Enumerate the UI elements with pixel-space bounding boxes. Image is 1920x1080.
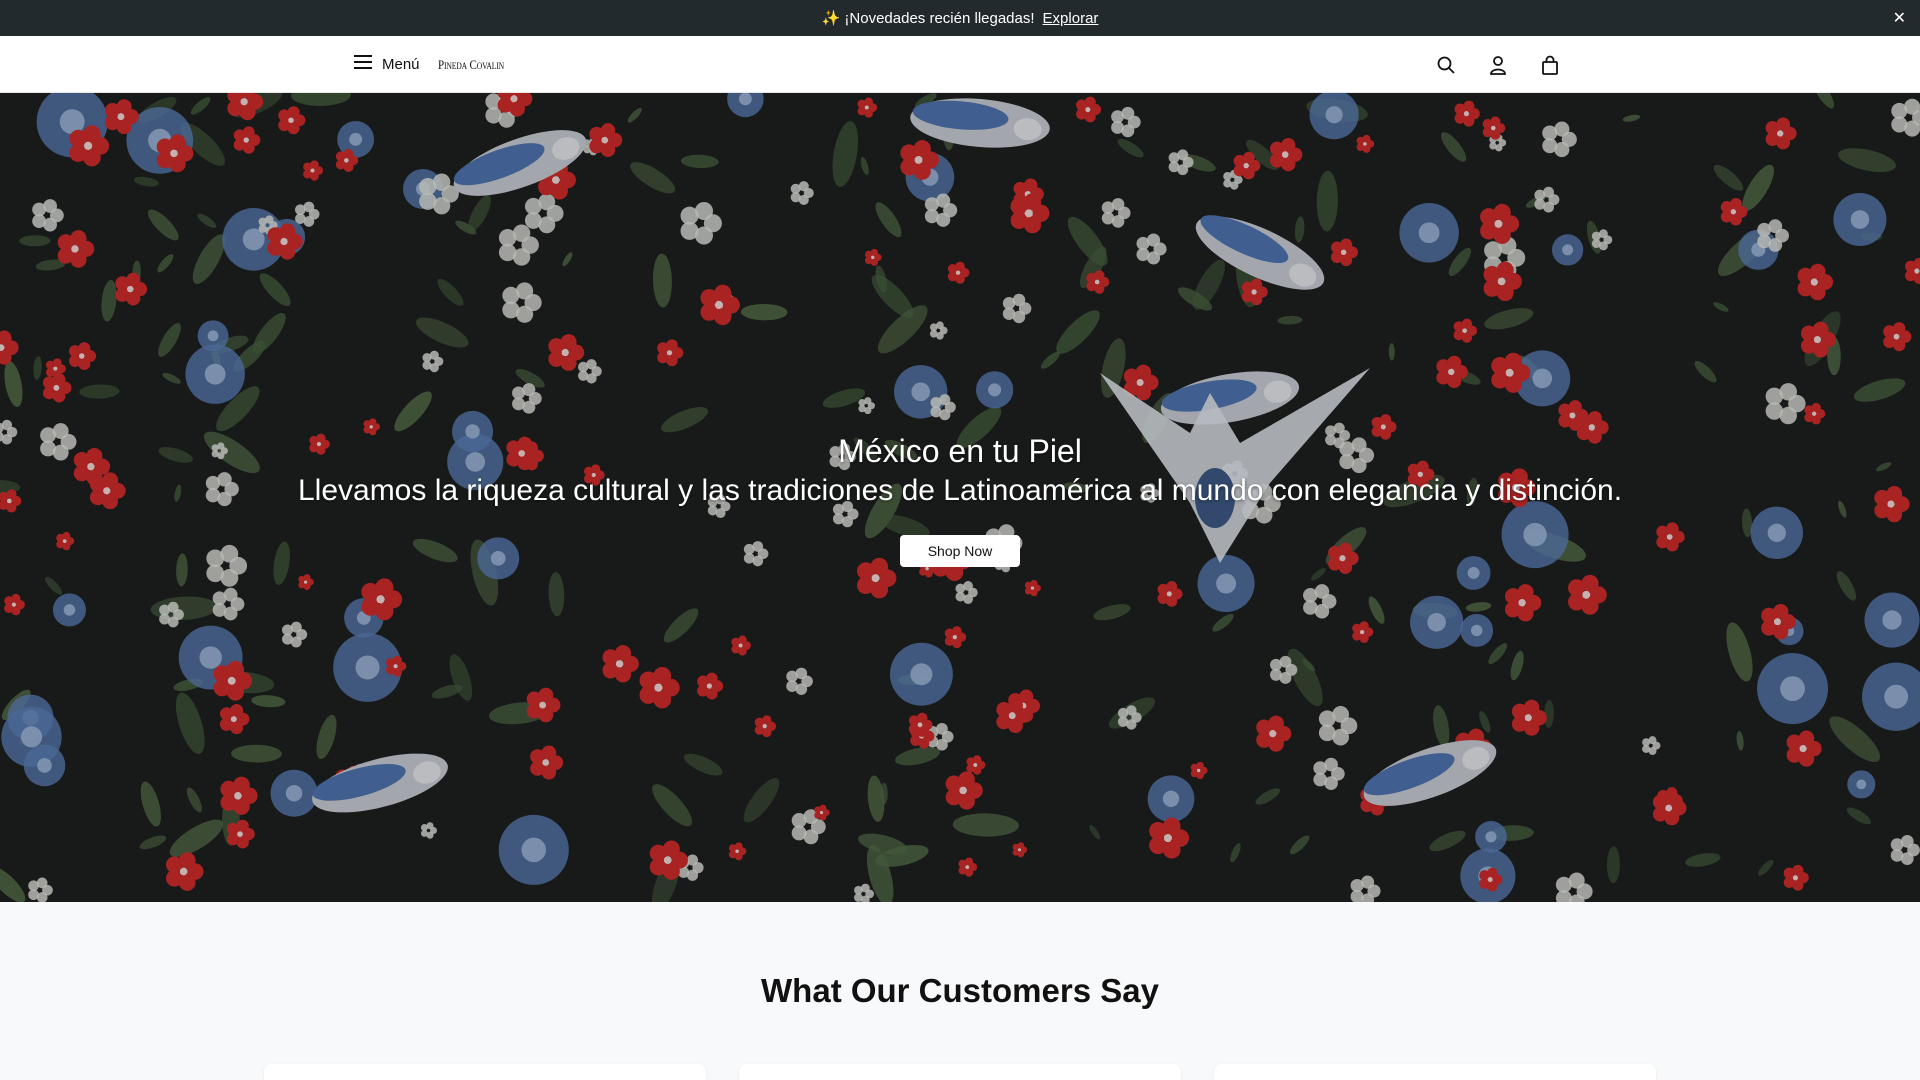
hamburger-icon [354, 55, 372, 74]
search-icon[interactable] [1426, 45, 1466, 85]
menu-button[interactable]: Menú [354, 36, 420, 93]
testimonials-section: What Our Customers Say [0, 902, 1920, 1080]
explore-link[interactable]: Explorar [1043, 10, 1099, 27]
announcement-text: ✨ ¡Novedades recién llegadas! [821, 10, 1035, 27]
testimonials-heading: What Our Customers Say [761, 972, 1159, 1009]
site-header: Menú Pineda Covalin [0, 36, 1920, 93]
testimonial-card [1214, 1064, 1656, 1080]
hero-subtitle: Llevamos la riqueza cultural y las tradi… [297, 474, 1623, 507]
testimonial-card [264, 1064, 706, 1080]
menu-label: Menú [382, 56, 420, 73]
header-actions [1426, 36, 1582, 93]
account-icon[interactable] [1478, 45, 1518, 85]
hero-content: México en tu Piel Llevamos la riqueza cu… [0, 431, 1920, 567]
testimonial-card [739, 1064, 1181, 1080]
cart-icon[interactable] [1530, 45, 1570, 85]
shop-now-button[interactable]: Shop Now [899, 535, 1021, 567]
brand-logo[interactable]: Pineda Covalin [438, 36, 504, 93]
hero-banner: México en tu Piel Llevamos la riqueza cu… [0, 93, 1920, 902]
close-icon[interactable]: ✕ [1893, 0, 1906, 36]
hero-title: México en tu Piel [838, 433, 1082, 469]
announcement-bar: ✨ ¡Novedades recién llegadas! Explorar ✕ [0, 0, 1920, 36]
